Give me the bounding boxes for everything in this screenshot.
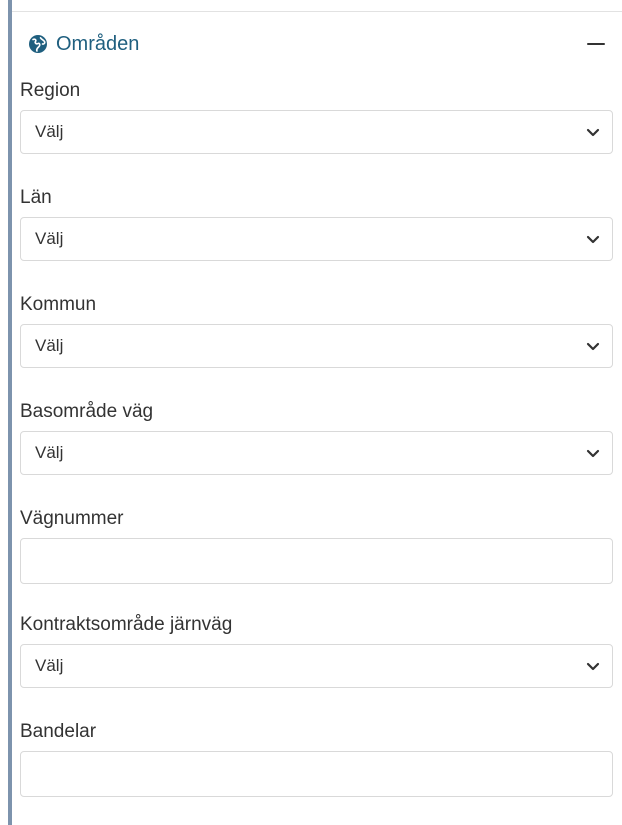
kontraktsomrade-jarnvag-select[interactable]: Välj xyxy=(20,644,613,688)
basomrade-vag-label: Basområde väg xyxy=(20,401,154,422)
region-select[interactable]: Välj xyxy=(20,110,613,154)
vagnummer-label: Vägnummer xyxy=(20,508,124,529)
bandelar-field: Bandelar xyxy=(20,720,613,797)
globe-icon xyxy=(28,34,48,54)
region-field: Region Välj xyxy=(20,79,613,154)
lan-field: Län Välj xyxy=(20,186,613,261)
lan-label: Län xyxy=(20,187,52,208)
kontraktsomrade-jarnvag-label: Kontraktsområde järnväg xyxy=(20,614,233,635)
basomrade-vag-select-value: Välj xyxy=(35,443,64,462)
panel-top-divider xyxy=(12,11,622,12)
minus-icon xyxy=(587,43,605,45)
region-label: Region xyxy=(20,80,81,101)
kommun-select-value: Välj xyxy=(35,336,64,355)
lan-select[interactable]: Välj xyxy=(20,217,613,261)
vagnummer-input[interactable] xyxy=(20,538,613,584)
collapse-button[interactable] xyxy=(584,32,608,56)
panel-accent-border xyxy=(8,0,12,825)
bandelar-label: Bandelar xyxy=(20,721,97,742)
kommun-field: Kommun Välj xyxy=(20,293,613,368)
chevron-down-icon xyxy=(586,125,600,139)
panel-title: Områden xyxy=(56,32,140,55)
omraden-panel: Områden Region Välj Län Välj Kommun Välj xyxy=(0,0,622,825)
kontraktsomrade-jarnvag-field: Kontraktsområde järnväg Välj xyxy=(20,613,613,688)
basomrade-vag-field: Basområde väg Välj xyxy=(20,400,613,475)
region-select-value: Välj xyxy=(35,122,64,141)
chevron-down-icon xyxy=(586,446,600,460)
bandelar-input[interactable] xyxy=(20,751,613,797)
lan-select-value: Välj xyxy=(35,229,64,248)
basomrade-vag-select[interactable]: Välj xyxy=(20,431,613,475)
chevron-down-icon xyxy=(586,232,600,246)
chevron-down-icon xyxy=(586,659,600,673)
panel-header[interactable]: Områden xyxy=(28,28,608,60)
kommun-label: Kommun xyxy=(20,294,97,315)
panel-header-title-group: Områden xyxy=(28,33,139,56)
kontraktsomrade-jarnvag-select-value: Välj xyxy=(35,656,64,675)
vagnummer-field: Vägnummer xyxy=(20,507,613,584)
kommun-select[interactable]: Välj xyxy=(20,324,613,368)
chevron-down-icon xyxy=(586,339,600,353)
